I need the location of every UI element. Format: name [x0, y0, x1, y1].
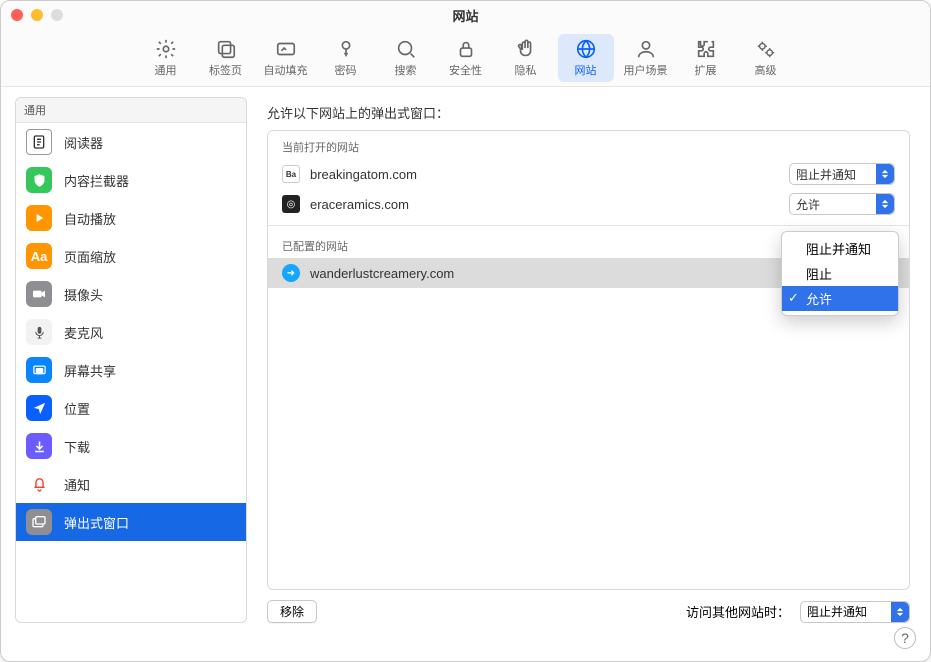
sidebar-item-content-blockers[interactable]: 内容拦截器 [16, 161, 246, 199]
policy-dropdown: 阻止并通知 阻止 ✓ 允许 [781, 231, 899, 316]
favicon: ➜ [282, 264, 300, 282]
popup-icon [26, 509, 52, 535]
toolbar-autofill[interactable]: 自动填充 [258, 34, 314, 82]
main-title: 允许以下网站上的弹出式窗口： [267, 103, 910, 122]
sites-panel: 当前打开的网站 Ba breakingatom.com 阻止并通知 ◎ erac… [267, 130, 910, 590]
play-icon [26, 205, 52, 231]
other-sites-label: 访问其他网站时： [686, 602, 790, 621]
toolbar-extensions[interactable]: 扩展 [678, 34, 734, 82]
toolbar-profiles[interactable]: 用户场景 [618, 34, 674, 82]
sidebar-item-popups[interactable]: 弹出式窗口 [16, 503, 246, 541]
shield-icon [26, 167, 52, 193]
screen-icon [26, 357, 52, 383]
search-icon [395, 38, 417, 60]
currently-open-header: 当前打开的网站 [268, 131, 909, 159]
hand-icon [515, 38, 537, 60]
dropdown-option[interactable]: ✓ 允许 [782, 286, 898, 311]
sidebar-item-screen-sharing[interactable]: 屏幕共享 [16, 351, 246, 389]
microphone-icon [26, 319, 52, 345]
favicon: ◎ [282, 195, 300, 213]
sidebar-item-microphone[interactable]: 麦克风 [16, 313, 246, 351]
table-row[interactable]: Ba breakingatom.com 阻止并通知 [268, 159, 909, 189]
check-icon: ✓ [788, 290, 799, 306]
titlebar: 网站 [1, 1, 930, 29]
domain-label: eraceramics.com [310, 197, 789, 212]
sidebar-item-location[interactable]: 位置 [16, 389, 246, 427]
domain-label: breakingatom.com [310, 167, 789, 182]
dropdown-option[interactable]: 阻止并通知 [782, 236, 898, 261]
toolbar-websites[interactable]: 网站 [558, 34, 614, 82]
sidebar-header: 通用 [16, 98, 246, 123]
remove-button[interactable]: 移除 [267, 600, 317, 623]
chevron-updown-icon [876, 164, 894, 184]
globe-icon [575, 38, 597, 60]
chevron-updown-icon [876, 194, 894, 214]
other-sites-select[interactable]: 阻止并通知 [800, 601, 910, 623]
domain-label: wanderlustcreamery.com [310, 266, 789, 281]
footer: 移除 访问其他网站时： 阻止并通知 [267, 590, 910, 623]
toolbar: 通用 标签页 自动填充 密码 搜索 安全性 隐私 网站 [1, 29, 930, 87]
sidebar-item-notifications[interactable]: 通知 [16, 465, 246, 503]
gear-icon [155, 38, 177, 60]
sidebar-list: 阅读器 内容拦截器 自动播放 Aa 页面缩放 [16, 123, 246, 622]
camera-icon [26, 281, 52, 307]
reader-icon [26, 129, 52, 155]
preferences-window: 网站 通用 标签页 自动填充 密码 搜索 安全性 隐私 [0, 0, 931, 662]
puzzle-icon [695, 38, 717, 60]
window-title: 网站 [1, 6, 930, 25]
favicon: Ba [282, 165, 300, 183]
tabs-icon [215, 38, 237, 60]
sidebar-item-camera[interactable]: 摄像头 [16, 275, 246, 313]
help-button[interactable]: ? [894, 627, 916, 649]
main: 允许以下网站上的弹出式窗口： 当前打开的网站 Ba breakingatom.c… [247, 87, 930, 633]
pencil-icon [275, 38, 297, 60]
toolbar-search[interactable]: 搜索 [378, 34, 434, 82]
bell-icon [26, 471, 52, 497]
gears-icon [755, 38, 777, 60]
table-row[interactable]: ◎ eraceramics.com 允许 [268, 189, 909, 219]
dropdown-option[interactable]: 阻止 [782, 261, 898, 286]
location-icon [26, 395, 52, 421]
sidebar-item-downloads[interactable]: 下载 [16, 427, 246, 465]
sidebar-item-page-zoom[interactable]: Aa 页面缩放 [16, 237, 246, 275]
policy-select[interactable]: 允许 [789, 193, 895, 215]
key-icon [335, 38, 357, 60]
download-icon [26, 433, 52, 459]
toolbar-advanced[interactable]: 高级 [738, 34, 794, 82]
lock-icon [455, 38, 477, 60]
divider [268, 225, 909, 226]
sidebar-item-reader[interactable]: 阅读器 [16, 123, 246, 161]
content: 通用 阅读器 内容拦截器 [1, 87, 930, 633]
toolbar-security[interactable]: 安全性 [438, 34, 494, 82]
policy-select[interactable]: 阻止并通知 [789, 163, 895, 185]
person-icon [635, 38, 657, 60]
toolbar-passwords[interactable]: 密码 [318, 34, 374, 82]
toolbar-general[interactable]: 通用 [138, 34, 194, 82]
sidebar-item-autoplay[interactable]: 自动播放 [16, 199, 246, 237]
bottombar [1, 633, 930, 661]
chevron-updown-icon [891, 602, 909, 622]
toolbar-privacy[interactable]: 隐私 [498, 34, 554, 82]
toolbar-tabs[interactable]: 标签页 [198, 34, 254, 82]
sidebar: 通用 阅读器 内容拦截器 [15, 97, 247, 623]
zoom-icon: Aa [26, 243, 52, 269]
